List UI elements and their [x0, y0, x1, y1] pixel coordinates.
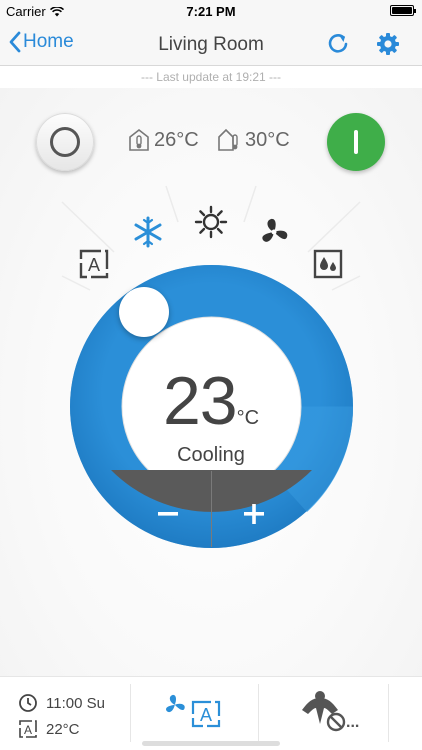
setpoint-value: 23 — [162, 363, 238, 439]
svg-text:A: A — [24, 723, 32, 737]
schedule-summary[interactable]: 11:00 Su A 22°C — [18, 690, 105, 742]
presence-more: ... — [346, 714, 360, 731]
divider — [130, 684, 131, 742]
mode-label: Cooling — [177, 444, 245, 466]
svg-text:A: A — [200, 705, 212, 725]
schedule-temp: 22°C — [46, 720, 80, 738]
schedule-time-row: 11:00 Su — [18, 690, 105, 716]
auto-mode-small-icon: A — [19, 720, 37, 738]
increase-temperature-button[interactable] — [212, 492, 302, 542]
fan-mode-icon[interactable] — [255, 213, 293, 251]
clock-icon — [19, 694, 37, 712]
dial-knob[interactable] — [119, 287, 169, 337]
setpoint-display: 23°C — [0, 362, 422, 440]
decrease-temperature-button[interactable] — [122, 492, 212, 542]
schedule-time: 11:00 Su — [46, 694, 105, 712]
home-indicator — [142, 741, 280, 746]
setpoint-unit: °C — [236, 407, 260, 429]
schedule-temp-row: A 22°C — [18, 716, 105, 742]
divider — [388, 684, 389, 742]
divider — [258, 684, 259, 742]
cool-mode-icon[interactable] — [129, 213, 167, 251]
fan-auto-icon[interactable]: A — [160, 690, 230, 730]
heat-mode-icon[interactable] — [192, 203, 230, 241]
presence-indicator[interactable]: ... — [298, 688, 366, 736]
